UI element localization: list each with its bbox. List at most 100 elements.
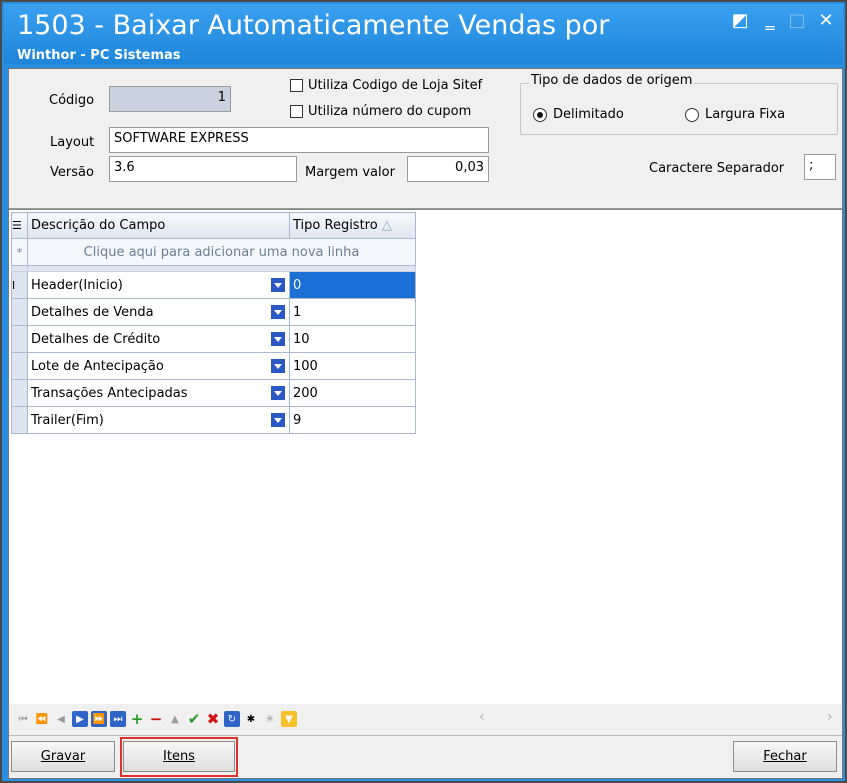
minimize-button[interactable]: ‗ [756,8,784,34]
dropdown-arrow-icon[interactable] [271,413,285,427]
utiliza-numero-cupom-checkbox[interactable]: Utiliza número do cupom [290,104,471,119]
layout-field[interactable]: SOFTWARE EXPRESS [109,127,489,153]
cell-descricao-text: Header(Inicio) [31,277,123,293]
form-panel: Código 1 Utiliza Codigo de Loja Sitef Ut… [9,69,842,209]
cell-descricao-text: Trailer(Fim) [31,412,104,428]
table-row[interactable]: Lote de Antecipação 100 [11,352,416,380]
next-page-icon[interactable]: ⏩ [91,711,107,727]
radio-unselected-icon [685,107,699,122]
utiliza-numero-cupom-label: Utiliza número do cupom [308,104,472,119]
refresh-icon[interactable]: ↻ [224,711,240,727]
edit-record-icon[interactable]: ▲ [167,711,183,727]
last-page-icon[interactable]: ⏭ [110,711,126,727]
insert-record-icon[interactable]: + [129,710,145,728]
codigo-field: 1 [109,86,231,112]
horizontal-scrollbar[interactable]: ‹ › [419,709,839,727]
radio-largura-label: Largura Fixa [705,107,786,122]
cell-descricao-text: Detalhes de Venda [31,304,154,320]
campos-grid: ☰ Descrição do Campo Tipo Registro △ * C… [11,212,416,434]
first-page-icon[interactable]: ⏮ [15,711,31,727]
cell-descricao[interactable]: Lote de Antecipação [27,352,290,380]
table-row[interactable]: Detalhes de Crédito 10 [11,325,416,353]
cell-descricao[interactable]: Trailer(Fim) [27,406,290,434]
grid-header-row: ☰ Descrição do Campo Tipo Registro △ [11,212,416,239]
cell-tipo[interactable]: 100 [289,352,416,380]
dropdown-arrow-icon[interactable] [271,305,285,319]
gravar-label: Gravar [40,749,86,764]
restore-icon[interactable]: ◩ [726,8,754,34]
header-descricao-label: Descrição do Campo [31,218,166,233]
fechar-button[interactable]: Fechar [733,741,837,772]
maximize-button[interactable]: □ [783,8,811,34]
window-title: 1503 - Baixar Automaticamente Vendas por [17,10,610,41]
prev-page-icon[interactable]: ⏪ [34,711,50,727]
table-row[interactable]: Detalhes de Venda 1 [11,298,416,326]
radio-delimitado[interactable]: Delimitado [533,107,624,122]
cell-descricao[interactable]: Detalhes de Venda [27,298,290,326]
margem-field[interactable]: 0,03 [407,156,489,182]
versao-field[interactable]: 3.6 [109,156,297,182]
itens-button[interactable]: Itens [123,741,235,772]
column-chooser-icon[interactable]: ☰ [11,212,28,239]
caractere-field[interactable]: ; [804,154,836,180]
cell-descricao-text: Lote de Antecipação [31,358,164,374]
table-row[interactable]: Transações Antecipadas 200 [11,379,416,407]
window-subtitle: Winthor - PC Sistemas [17,48,181,63]
scroll-right-icon[interactable]: › [827,709,833,725]
checkbox-icon [290,79,303,92]
column-header-tipo[interactable]: Tipo Registro △ [289,212,416,239]
dropdown-arrow-icon[interactable] [271,332,285,346]
header-tipo-label: Tipo Registro [293,218,378,233]
radio-selected-icon [533,107,547,122]
sort-ascending-icon: △ [381,218,392,233]
utiliza-codigo-loja-checkbox[interactable]: Utiliza Codigo de Loja Sitef [290,78,482,93]
codigo-label: Código [49,93,95,108]
cell-tipo[interactable]: 10 [289,325,416,353]
caractere-label: Caractere Separador [649,161,785,176]
cell-tipo[interactable]: 9 [289,406,416,434]
bookmark-icon[interactable]: ✱ [243,711,259,727]
current-row-indicator: I [11,271,28,299]
tipo-dados-title: Tipo de dados de origem [529,73,695,88]
table-row[interactable]: Trailer(Fim) 9 [11,406,416,434]
scroll-left-icon[interactable]: ‹ [479,709,485,725]
cancel-edit-icon[interactable]: ✖ [205,710,221,728]
cell-descricao[interactable]: Detalhes de Crédito [27,325,290,353]
table-row[interactable]: I Header(Inicio) 0 [11,271,416,299]
margem-label: Margem valor [305,165,395,180]
cell-descricao-text: Transações Antecipadas [31,385,188,401]
bottom-bar: Gravar Itens Fechar [9,735,842,778]
dropdown-arrow-icon[interactable] [271,359,285,373]
new-row[interactable]: * Clique aqui para adicionar uma nova li… [11,238,416,266]
post-edit-icon[interactable]: ✔ [186,710,202,728]
cell-tipo[interactable]: 200 [289,379,416,407]
title-bar[interactable]: 1503 - Baixar Automaticamente Vendas por… [4,4,843,64]
gravar-button[interactable]: Gravar [11,741,115,772]
itens-label: Itens [163,749,195,764]
checkbox-icon [290,105,303,118]
new-row-hint[interactable]: Clique aqui para adicionar uma nova linh… [27,238,416,266]
radio-delimitado-label: Delimitado [553,107,624,122]
close-button[interactable]: ✕ [812,8,840,34]
radio-largura-fixa[interactable]: Largura Fixa [685,107,785,122]
layout-label: Layout [50,135,95,150]
app-window: 1503 - Baixar Automaticamente Vendas por… [0,0,847,783]
grid-area: ☰ Descrição do Campo Tipo Registro △ * C… [9,209,842,704]
dropdown-arrow-icon[interactable] [271,386,285,400]
new-row-indicator: * [11,238,28,266]
cell-descricao[interactable]: Header(Inicio) [27,271,290,299]
fechar-label: Fechar [763,749,807,764]
cell-descricao-text: Detalhes de Crédito [31,331,161,347]
filter-icon[interactable]: ▼ [281,711,297,727]
next-record-icon[interactable]: ▶ [72,711,88,727]
cell-tipo[interactable]: 0 [289,271,416,299]
client-area: Código 1 Utiliza Codigo de Loja Sitef Ut… [8,68,843,779]
prev-record-icon[interactable]: ◀ [53,711,69,727]
utiliza-codigo-loja-label: Utiliza Codigo de Loja Sitef [308,78,483,93]
column-header-descricao[interactable]: Descrição do Campo [27,212,290,239]
dropdown-arrow-icon[interactable] [271,278,285,292]
goto-bookmark-icon[interactable]: ✳ [262,711,278,727]
cell-tipo[interactable]: 1 [289,298,416,326]
cell-descricao[interactable]: Transações Antecipadas [27,379,290,407]
delete-record-icon[interactable]: − [148,710,164,728]
